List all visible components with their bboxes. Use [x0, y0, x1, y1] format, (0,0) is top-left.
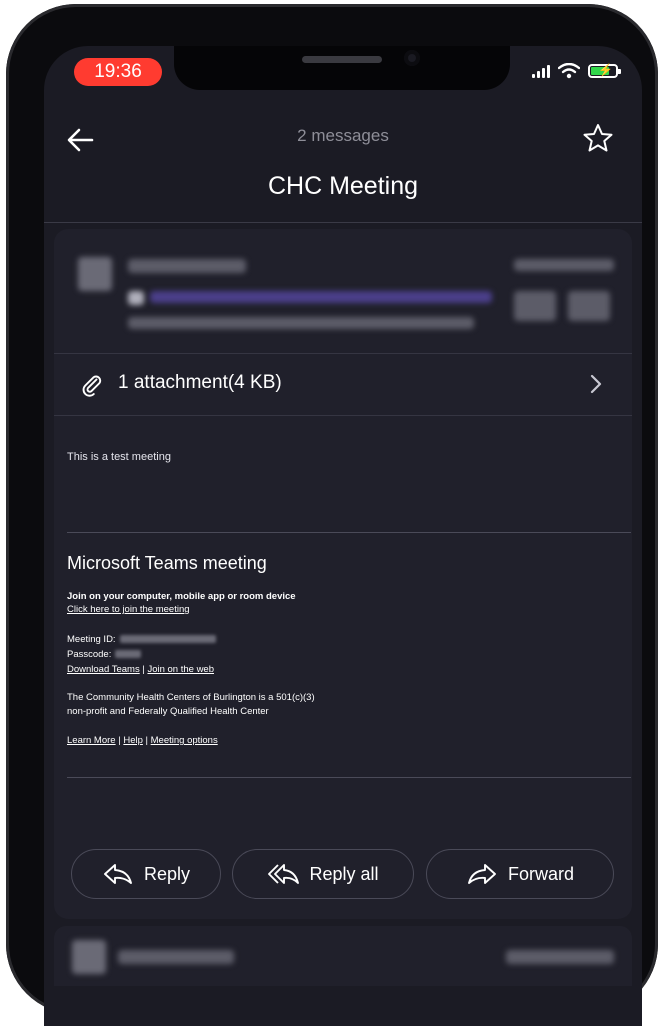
next-message-time-redacted [506, 950, 614, 964]
chevron-right-icon [590, 374, 602, 394]
reply-all-label: Reply all [309, 863, 379, 884]
battery-icon: ⚡ [588, 63, 621, 78]
sender-details-redacted[interactable] [54, 229, 632, 354]
signal-icon [532, 64, 550, 78]
reply-label: Reply [143, 863, 191, 884]
front-camera [404, 50, 420, 66]
status-icons: ⚡ [532, 60, 621, 82]
message-header: 2 messages CHC Meeting [44, 106, 642, 223]
join-heading: Join on your computer, mobile app or roo… [67, 591, 296, 602]
passcode-row: Passcode: [67, 648, 142, 661]
meeting-id-redacted [119, 635, 216, 644]
next-message-collapsed[interactable] [54, 926, 632, 986]
contact-action-redacted[interactable] [514, 291, 556, 321]
reply-icon [104, 864, 132, 884]
body-intro: This is a test meeting [67, 451, 171, 463]
message-title: CHC Meeting [267, 172, 419, 200]
paperclip-icon [82, 375, 102, 397]
passcode-label: Passcode: [67, 649, 112, 660]
wifi-icon [558, 63, 580, 79]
message-count: 2 messages [297, 126, 389, 145]
help-link[interactable]: Help [123, 735, 143, 746]
join-meeting-link[interactable]: Click here to join the meeting [67, 603, 190, 616]
join-web-link[interactable]: Join on the web [147, 664, 214, 675]
message-time-redacted [514, 259, 614, 271]
star-icon [583, 124, 613, 152]
phone-frame: 19:36 ⚡ 2 messages CHC Meeting 1 attachm… [6, 4, 658, 1026]
forward-button[interactable]: Forward [426, 849, 614, 899]
sender-avatar [78, 257, 112, 291]
star-button[interactable] [580, 120, 616, 156]
org-line-2: non-profit and Federally Qualified Healt… [67, 706, 269, 717]
link-separator: | [145, 735, 148, 746]
cc-redacted [128, 317, 474, 329]
notch [174, 46, 510, 90]
next-sender-avatar [72, 940, 106, 974]
next-sender-name-redacted [118, 950, 234, 964]
screen: 19:36 ⚡ 2 messages CHC Meeting 1 attachm… [44, 46, 642, 1026]
link-separator: | [142, 664, 145, 675]
divider [67, 532, 631, 533]
message-card: 1 attachment(4 KB) This is a test meetin… [54, 229, 632, 919]
sender-name-redacted [128, 259, 246, 273]
passcode-redacted [115, 650, 142, 659]
forward-label: Forward [507, 863, 574, 884]
attachment-label: 1 attachment(4 KB) [118, 372, 282, 393]
status-time: 19:36 [74, 58, 162, 86]
recipient-redacted [128, 291, 144, 305]
meeting-id-label: Meeting ID: [67, 634, 116, 645]
download-row: Download Teams | Join on the web [67, 663, 214, 676]
more-action-redacted[interactable] [568, 291, 610, 321]
message-actions: Reply Reply all Forward [54, 849, 632, 901]
meeting-id-row: Meeting ID: [67, 633, 216, 646]
reply-all-icon [268, 864, 300, 884]
recipient-email-redacted [150, 291, 492, 303]
teams-title: Microsoft Teams meeting [67, 553, 267, 573]
attachment-row[interactable]: 1 attachment(4 KB) [54, 353, 632, 416]
learn-more-link[interactable]: Learn More [67, 735, 116, 746]
speaker-grille [302, 56, 382, 63]
meeting-options-link[interactable]: Meeting options [151, 735, 218, 746]
download-teams-link[interactable]: Download Teams [67, 664, 140, 675]
link-separator: | [118, 735, 121, 746]
footer-links: Learn More | Help | Meeting options [67, 734, 218, 747]
reply-all-button[interactable]: Reply all [232, 849, 414, 899]
reply-button[interactable]: Reply [71, 849, 221, 899]
forward-icon [468, 864, 496, 884]
divider [67, 777, 631, 778]
org-line-1: The Community Health Centers of Burlingt… [67, 692, 315, 703]
